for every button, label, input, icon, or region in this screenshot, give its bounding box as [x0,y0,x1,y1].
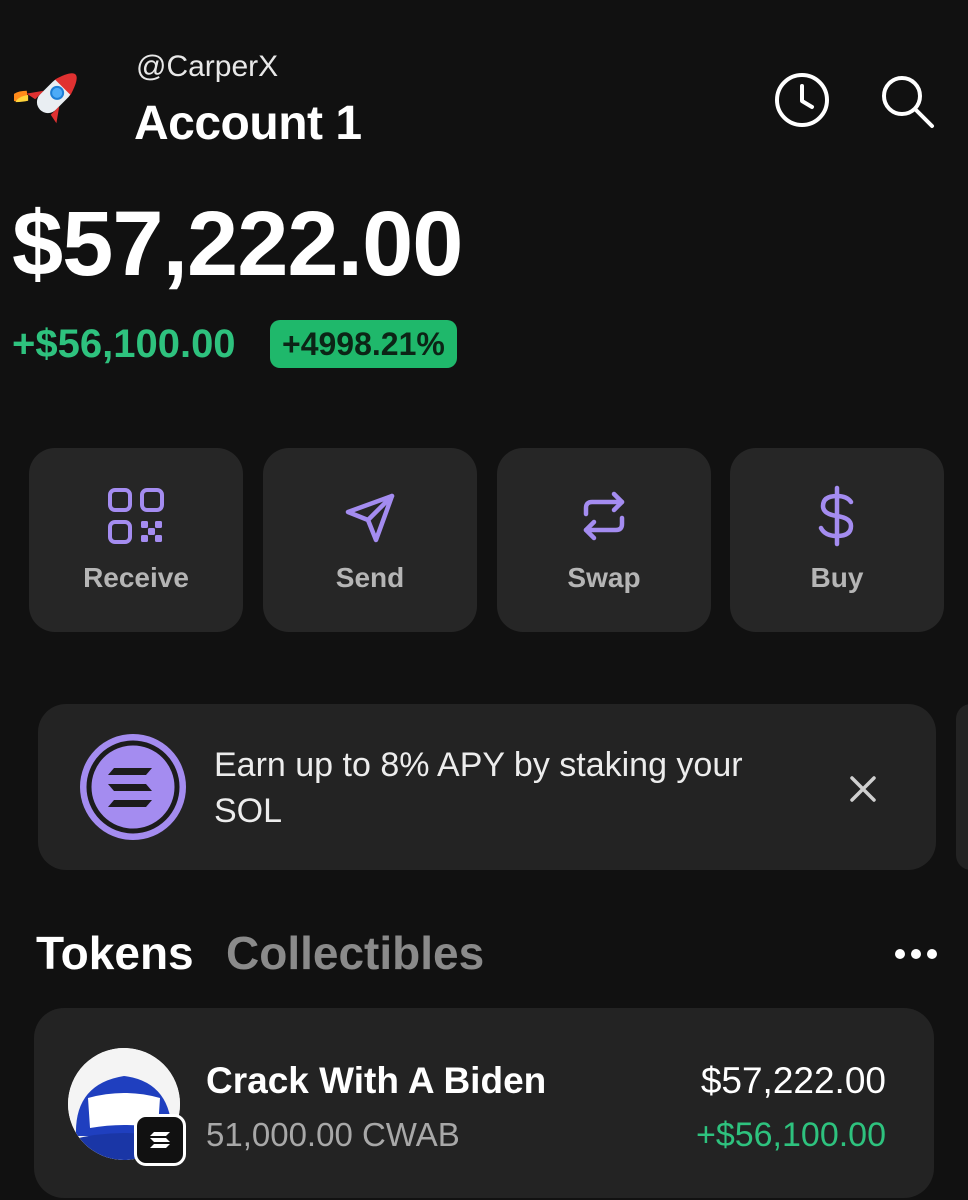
swap-arrows-icon [572,484,636,548]
history-button[interactable] [772,70,832,130]
receive-button[interactable]: Receive [29,448,243,632]
staking-banner[interactable]: Earn up to 8% APY by staking your SOL [38,704,936,870]
avatar[interactable] [8,54,96,136]
buy-button[interactable]: Buy [730,448,944,632]
next-banner-peek[interactable] [956,704,968,870]
qr-code-icon [104,484,168,548]
balance-change-amount: +$56,100.00 [12,322,236,366]
account-handle: @CarperX [136,50,279,83]
swap-button[interactable]: Swap [497,448,711,632]
tab-collectibles[interactable]: Collectibles [226,926,484,980]
solana-badge-icon [134,1114,186,1166]
account-name[interactable]: Account 1 [134,96,362,151]
clock-icon [775,73,829,127]
staking-banner-text: Earn up to 8% APY by staking your SOL [214,746,743,830]
swap-label: Swap [567,562,641,593]
more-dots-icon [895,949,937,959]
token-name: Crack With A Biden [206,1060,547,1101]
buy-label: Buy [810,562,864,593]
more-options-button[interactable] [892,944,940,964]
rocket-icon [8,73,77,124]
tab-tokens[interactable]: Tokens [36,926,194,980]
send-button[interactable]: Send [263,448,477,632]
token-change: +$56,100.00 [695,1116,886,1154]
close-icon [850,776,876,802]
search-button[interactable] [876,70,938,130]
balance-change-percent-badge: +4998.21% [270,320,457,368]
total-balance: $57,222.00 [12,193,463,295]
dollar-icon [805,484,869,548]
token-value: $57,222.00 [700,1060,886,1101]
solana-icon [74,728,192,846]
receive-label: Receive [83,562,189,593]
search-icon [882,76,934,128]
paper-plane-icon [338,484,402,548]
token-amount: 51,000.00 CWAB [206,1116,460,1153]
send-label: Send [335,562,405,593]
token-row[interactable]: Crack With A Biden 51,000.00 CWAB $57,22… [34,1008,934,1198]
banner-close-button[interactable] [842,768,884,810]
